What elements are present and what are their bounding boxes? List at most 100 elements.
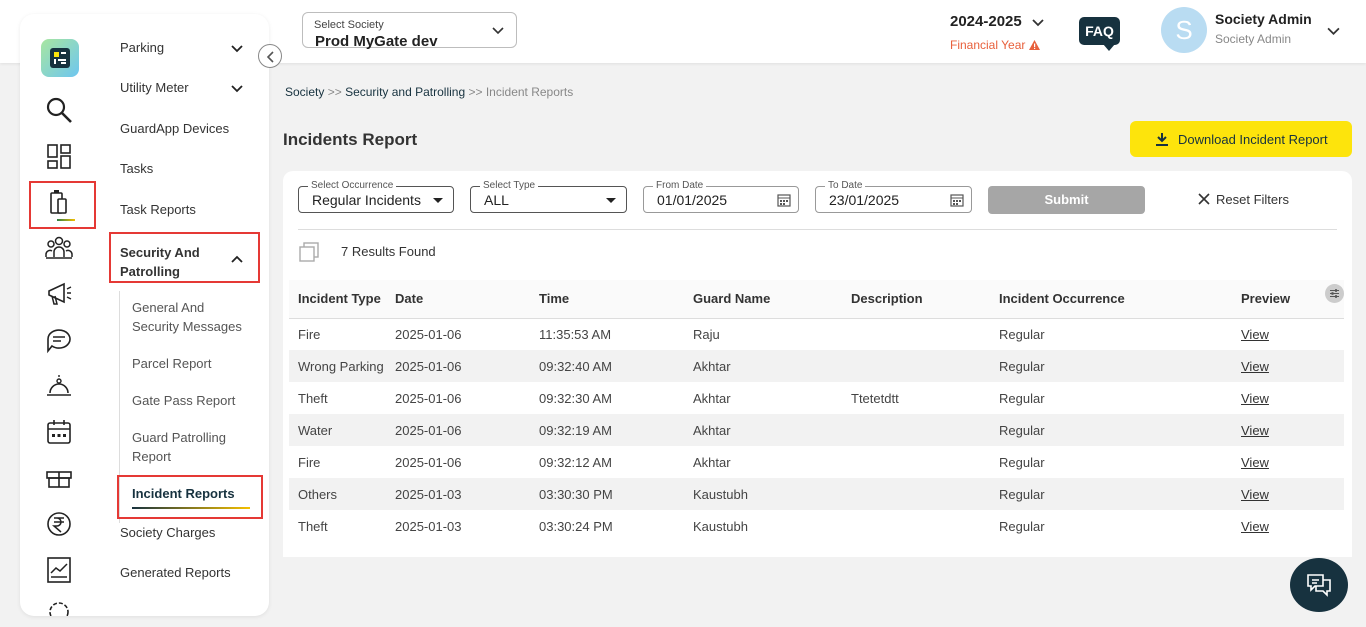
sidebar-item-security-and-patrolling[interactable]: Security And Patrolling bbox=[120, 243, 215, 281]
download-incident-report-button[interactable]: Download Incident Report bbox=[1130, 121, 1352, 157]
breadcrumb: Society >> Security and Patrolling >> In… bbox=[285, 85, 574, 99]
chevron-down-icon[interactable] bbox=[1327, 24, 1340, 37]
sidebar-subitem-incident-reports[interactable]: Incident Reports bbox=[132, 484, 235, 503]
col-date: Date bbox=[386, 280, 530, 319]
app-logo[interactable] bbox=[41, 39, 79, 77]
incidents-table-card: Incident Type Date Time Guard Name Descr… bbox=[283, 274, 1352, 557]
sidebar-subitem-general-security-messages[interactable]: General And Security Messages bbox=[132, 298, 252, 336]
sidebar: Parking Utility Meter GuardApp Devices T… bbox=[20, 14, 269, 616]
service-icon[interactable] bbox=[44, 371, 74, 401]
filter-divider bbox=[298, 229, 1337, 230]
filter-panel: Select Occurrence Regular Incidents Sele… bbox=[283, 171, 1352, 274]
column-settings-button[interactable] bbox=[1325, 284, 1344, 303]
to-date-field[interactable]: To Date 23/01/2025 bbox=[815, 180, 972, 213]
sliders-icon bbox=[1330, 289, 1339, 298]
financial-year-select[interactable]: 2024-2025 Financial Year bbox=[950, 13, 1044, 52]
from-date-field[interactable]: From Date 01/01/2025 bbox=[643, 180, 799, 213]
user-name: Society Admin bbox=[1215, 11, 1312, 27]
view-link[interactable]: View bbox=[1241, 487, 1269, 502]
logo-icon bbox=[50, 48, 70, 68]
calendar-icon[interactable] bbox=[950, 193, 964, 207]
download-icon bbox=[1156, 133, 1168, 146]
view-link[interactable]: View bbox=[1241, 455, 1269, 470]
search-icon[interactable] bbox=[44, 95, 74, 125]
table-row: Wrong Parking 2025-01-06 09:32:40 AM Akh… bbox=[289, 350, 1344, 382]
breadcrumb-current: Incident Reports bbox=[485, 85, 574, 99]
avatar[interactable]: S bbox=[1161, 7, 1207, 53]
reset-filters-button[interactable]: Reset Filters bbox=[1198, 192, 1289, 207]
results-count: 7 Results Found bbox=[341, 244, 436, 259]
col-incident-type: Incident Type bbox=[289, 280, 386, 319]
calendar-icon[interactable] bbox=[44, 417, 74, 447]
sidebar-item-parking[interactable]: Parking bbox=[120, 40, 164, 55]
chat-support-button[interactable] bbox=[1290, 558, 1348, 612]
close-icon bbox=[1198, 193, 1210, 205]
financial-year-value: 2024-2025 bbox=[950, 13, 1022, 30]
society-select-label: Select Society bbox=[314, 19, 384, 31]
col-guard-name: Guard Name bbox=[684, 280, 842, 319]
view-link[interactable]: View bbox=[1241, 359, 1269, 374]
settings-icon[interactable] bbox=[44, 597, 74, 616]
table-row: Theft 2025-01-03 03:30:24 PM Kaustubh Re… bbox=[298, 518, 1269, 534]
sidebar-item-generated-reports[interactable]: Generated Reports bbox=[120, 565, 231, 580]
sidebar-subitem-guard-patrolling-report[interactable]: Guard Patrolling Report bbox=[132, 428, 242, 466]
active-item-underline bbox=[132, 507, 250, 509]
view-link[interactable]: View bbox=[1241, 519, 1269, 534]
warning-icon bbox=[1028, 40, 1040, 50]
table-row: Fire 2025-01-06 11:35:53 AM Raju Regular… bbox=[298, 326, 1269, 342]
sidebar-subitem-parcel-report[interactable]: Parcel Report bbox=[132, 354, 211, 373]
chat-bubble-icon bbox=[1307, 574, 1331, 597]
table-header-row: Incident Type Date Time Guard Name Descr… bbox=[289, 280, 1344, 319]
incidents-table: Incident Type Date Time Guard Name Descr… bbox=[289, 280, 1344, 542]
view-link[interactable]: View bbox=[1241, 327, 1269, 342]
chat-icon[interactable] bbox=[44, 325, 74, 355]
financial-year-label: Financial Year bbox=[950, 38, 1040, 52]
sidebar-item-society-charges[interactable]: Society Charges bbox=[120, 525, 215, 540]
submit-button[interactable]: Submit bbox=[988, 186, 1145, 214]
chevron-down-icon bbox=[492, 27, 504, 35]
col-description: Description bbox=[842, 280, 990, 319]
table-row: Theft 2025-01-06 09:32:30 AM Akhtar Ttet… bbox=[298, 390, 1269, 406]
sidebar-subitem-gate-pass-report[interactable]: Gate Pass Report bbox=[132, 391, 235, 410]
gift-icon[interactable] bbox=[44, 463, 74, 493]
type-select[interactable]: Select Type ALL bbox=[470, 180, 627, 213]
breadcrumb-security-patrolling[interactable]: Security and Patrolling bbox=[345, 85, 465, 99]
to-date-value: 23/01/2025 bbox=[829, 192, 900, 208]
occurrence-select-value: Regular Incidents bbox=[312, 192, 421, 208]
chevron-down-icon[interactable] bbox=[231, 42, 243, 54]
rail-active-underline bbox=[57, 219, 75, 221]
user-role: Society Admin bbox=[1215, 32, 1292, 46]
chevron-up-icon[interactable] bbox=[231, 254, 243, 266]
view-link[interactable]: View bbox=[1241, 423, 1269, 438]
people-icon[interactable] bbox=[44, 233, 74, 263]
chevron-left-icon bbox=[266, 51, 274, 63]
col-time: Time bbox=[530, 280, 684, 319]
sidebar-item-tasks[interactable]: Tasks bbox=[120, 161, 153, 176]
table-row: Water 2025-01-06 09:32:19 AM Akhtar Regu… bbox=[289, 414, 1344, 446]
rupee-icon[interactable] bbox=[44, 509, 74, 539]
sidebar-item-task-reports[interactable]: Task Reports bbox=[120, 202, 196, 217]
to-date-label: To Date bbox=[825, 180, 866, 191]
copy-icon[interactable] bbox=[299, 242, 319, 262]
dashboard-icon[interactable] bbox=[44, 141, 74, 171]
chevron-down-icon[interactable] bbox=[231, 82, 243, 94]
society-select[interactable]: Select Society Prod MyGate dev bbox=[302, 12, 517, 50]
view-link[interactable]: View bbox=[1241, 391, 1269, 406]
from-date-value: 01/01/2025 bbox=[657, 192, 728, 208]
page-title: Incidents Report bbox=[283, 130, 418, 149]
sidebar-item-guardapp-devices[interactable]: GuardApp Devices bbox=[120, 121, 229, 136]
faq-button[interactable]: FAQ bbox=[1079, 17, 1120, 51]
type-select-label: Select Type bbox=[480, 180, 539, 191]
announcement-icon[interactable] bbox=[44, 279, 74, 309]
table-row: Others 2025-01-03 03:30:30 PM Kaustubh R… bbox=[289, 478, 1344, 510]
chevron-down-icon bbox=[1032, 19, 1044, 27]
occurrence-select-label: Select Occurrence bbox=[308, 180, 397, 191]
chart-icon[interactable] bbox=[44, 555, 74, 585]
breadcrumb-society[interactable]: Society bbox=[285, 85, 324, 99]
caret-down-icon bbox=[433, 198, 443, 203]
type-select-value: ALL bbox=[484, 192, 509, 208]
sidebar-item-utility-meter[interactable]: Utility Meter bbox=[120, 80, 189, 95]
calendar-icon[interactable] bbox=[777, 193, 791, 207]
sidebar-collapse-button[interactable] bbox=[258, 44, 282, 68]
occurrence-select[interactable]: Select Occurrence Regular Incidents bbox=[298, 180, 454, 213]
